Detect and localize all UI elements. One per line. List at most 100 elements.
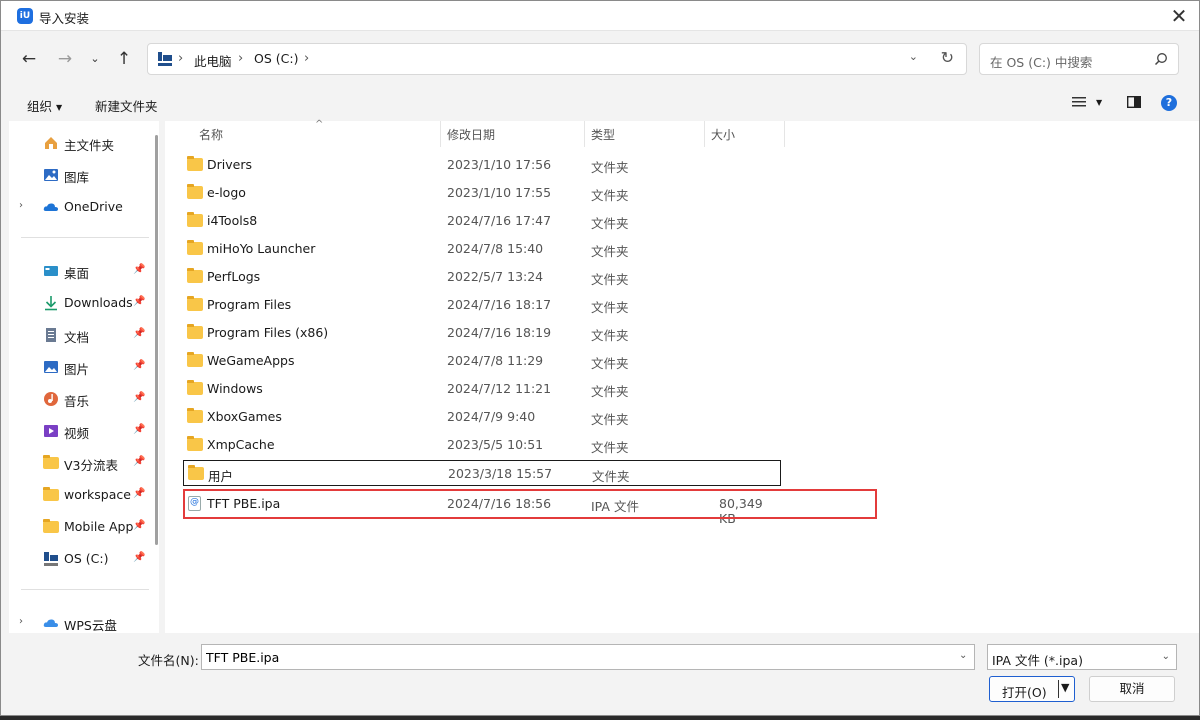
sidebar-item-home[interactable]: 主文件夹 [9,129,157,157]
open-button[interactable]: 打开(O) ▼ [989,676,1075,702]
list-item[interactable]: i4Tools8 2024/7/16 17:47 文件夹 [183,208,781,234]
sidebar-item-onedrive[interactable]: › OneDrive [9,193,157,221]
sidebar-item-label: WPS云盘 [64,618,117,633]
pin-icon[interactable]: 📌 [133,360,145,371]
expand-chevron-icon[interactable]: › [19,200,23,211]
filename-input[interactable] [201,644,975,670]
breadcrumb-os-c[interactable]: OS (C:) [254,51,298,66]
sidebar-item-v3-split[interactable]: V3分流表 📌 [9,449,157,477]
close-icon[interactable]: ✕ [1167,4,1191,28]
filename-history-chevron-icon[interactable]: ⌄ [959,650,967,661]
column-header-size[interactable]: 大小 [711,126,735,143]
help-icon[interactable]: ? [1161,95,1177,111]
pin-icon[interactable]: 📌 [133,520,145,531]
column-header-name[interactable]: 名称 [199,126,223,143]
file-type: 文件夹 [591,412,629,427]
address-history-chevron-icon[interactable]: ⌄ [909,50,918,63]
sidebar-item-label: 桌面 [64,266,90,281]
file-name: TFT PBE.ipa [207,496,281,511]
file-list: 名称 ^ 修改日期 类型 大小 Drivers 2023/1/10 17:56 … [165,119,1199,633]
pin-icon[interactable]: 📌 [133,296,145,307]
breadcrumb-separator-icon: › [304,51,310,66]
folder-icon [187,240,203,255]
new-folder-button[interactable]: 新建文件夹 [95,96,158,115]
list-item[interactable]: XmpCache 2023/5/5 10:51 文件夹 [183,432,781,458]
pin-icon[interactable]: 📌 [133,328,145,339]
pin-icon[interactable]: 📌 [133,264,145,275]
pin-icon[interactable]: 📌 [133,424,145,435]
navigation-row: ← → ⌄ ↑ › 此电脑 › OS (C:) › ⌄ ↻ 在 OS (C:) … [1,31,1199,87]
sidebar-item-label: 视频 [64,426,90,441]
list-item[interactable]: Program Files 2024/7/16 18:17 文件夹 [183,292,781,318]
expand-chevron-icon[interactable]: › [19,616,23,627]
view-options-icon[interactable] [1072,95,1086,109]
list-item[interactable]: Program Files (x86) 2024/7/16 18:19 文件夹 [183,320,781,346]
cancel-button[interactable]: 取消 [1089,676,1175,702]
forward-arrow-icon[interactable]: → [53,47,77,71]
sidebar-item-wps-cloud[interactable]: › WPS云盘 [9,609,157,633]
open-options-caret-icon[interactable]: ▼ [1061,681,1069,694]
cloud-icon [43,203,58,211]
refresh-icon[interactable]: ↻ [941,48,954,67]
sidebar-item-label: OneDrive [64,199,123,214]
file-date: 2024/7/16 18:17 [447,297,552,312]
sidebar-item-videos[interactable]: 视频 📌 [9,417,157,445]
sidebar-item-workspace[interactable]: workspace 📌 [9,481,157,509]
navigation-pane: 主文件夹 图库 › OneDrive 桌面 📌 Downloads 📌 文档 📌 [9,121,159,633]
sidebar-item-gallery[interactable]: 图库 [9,161,157,189]
file-type-select[interactable]: IPA 文件 (*.ipa) ⌄ [987,644,1177,670]
pin-icon[interactable]: 📌 [133,552,145,563]
search-input[interactable]: 在 OS (C:) 中搜索 [979,43,1179,75]
up-arrow-icon[interactable]: ↑ [112,47,136,71]
list-item[interactable]: Drivers 2023/1/10 17:56 文件夹 [183,152,781,178]
column-divider[interactable] [440,121,441,147]
file-date: 2024/7/16 18:56 [447,496,552,511]
file-type: 文件夹 [591,244,629,259]
sidebar-scrollbar[interactable] [155,135,158,545]
preview-pane-icon[interactable] [1127,95,1141,109]
wps-cloud-icon [43,619,58,627]
address-bar[interactable]: › 此电脑 › OS (C:) › ⌄ ↻ [147,43,967,75]
recent-locations-chevron-icon[interactable]: ⌄ [83,47,107,71]
file-date: 2023/3/18 15:57 [448,466,553,481]
list-item-selected[interactable]: TFT PBE.ipa 2024/7/16 18:56 IPA 文件 80,34… [183,491,781,526]
list-item[interactable]: Windows 2024/7/12 11:21 文件夹 [183,376,781,402]
sidebar-item-downloads[interactable]: Downloads 📌 [9,289,157,317]
back-arrow-icon[interactable]: ← [17,47,41,71]
file-date: 2024/7/9 9:40 [447,409,536,424]
document-icon [46,328,56,342]
drive-icon [44,552,58,566]
sidebar-item-os-c[interactable]: OS (C:) 📌 [9,545,157,573]
pin-icon[interactable]: 📌 [133,456,145,467]
sidebar-item-pictures[interactable]: 图片 📌 [9,353,157,381]
list-item-focused[interactable]: 用户 2023/3/18 15:57 文件夹 [183,460,781,486]
column-divider[interactable] [784,121,785,147]
pin-icon[interactable]: 📌 [133,488,145,499]
folder-icon [187,268,203,283]
search-icon[interactable] [1154,52,1168,66]
view-options-caret-icon[interactable]: ▼ [1096,98,1102,107]
window-title: 导入安装 [39,11,90,26]
column-header-type[interactable]: 类型 [591,126,615,143]
sidebar-item-music[interactable]: 音乐 📌 [9,385,157,413]
pin-icon[interactable]: 📌 [133,392,145,403]
sidebar-divider [21,237,149,238]
file-name: Drivers [207,157,252,172]
sidebar-item-documents[interactable]: 文档 📌 [9,321,157,349]
list-item[interactable]: WeGameApps 2024/7/8 11:29 文件夹 [183,348,781,374]
file-date: 2023/5/5 10:51 [447,437,544,452]
column-header-date[interactable]: 修改日期 [447,126,495,143]
file-type-value: IPA 文件 (*.ipa) [992,653,1083,668]
column-divider[interactable] [704,121,705,147]
list-item[interactable]: PerfLogs 2022/5/7 13:24 文件夹 [183,264,781,290]
list-item[interactable]: XboxGames 2024/7/9 9:40 文件夹 [183,404,781,430]
folder-icon [187,296,203,311]
column-divider[interactable] [584,121,585,147]
list-item[interactable]: miHoYo Launcher 2024/7/8 15:40 文件夹 [183,236,781,262]
organize-menu-button[interactable]: 组织 ▼ [27,96,62,115]
list-item[interactable]: e-logo 2023/1/10 17:55 文件夹 [183,180,781,206]
breadcrumb-this-pc[interactable]: 此电脑 [194,51,232,70]
sidebar-item-mobile-app[interactable]: Mobile App 📌 [9,513,157,541]
sidebar-item-desktop[interactable]: 桌面 📌 [9,257,157,285]
chevron-down-icon: ⌄ [1161,651,1170,662]
